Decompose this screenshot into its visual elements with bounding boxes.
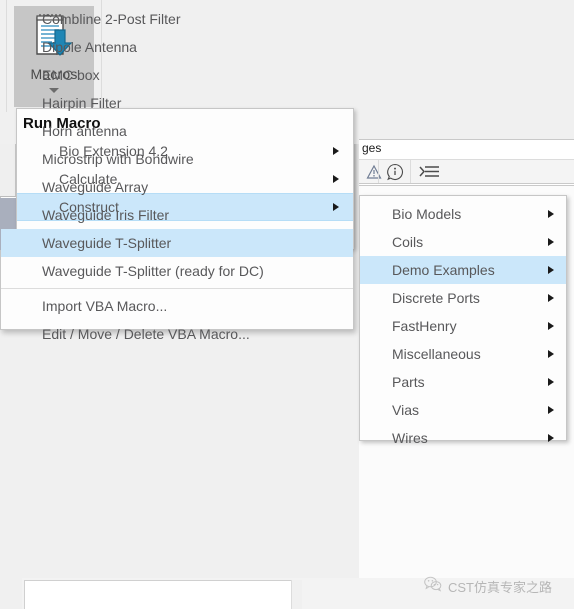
toolbar-divider-1 [378, 160, 379, 183]
menu-item-label: Edit / Move / Delete VBA Macro... [42, 326, 250, 342]
submenu-arrow-icon [548, 350, 554, 358]
menu-item-label: Waveguide T-Splitter (ready for DC) [42, 263, 264, 279]
submenu-item-bio-models[interactable]: Bio Models [360, 200, 566, 228]
menu-item-label: Miscellaneous [392, 346, 481, 362]
menu-item-hairpin-filter[interactable]: Hairpin Filter [1, 89, 353, 117]
menu-item-edit-move-delete-vba-macro[interactable]: Edit / Move / Delete VBA Macro... [1, 320, 353, 348]
menu-item-label: Vias [392, 402, 419, 418]
menu-item-label: Waveguide Array [42, 179, 149, 195]
submenu-arrow-icon [548, 434, 554, 442]
menu-item-label: Hairpin Filter [42, 95, 122, 111]
info-circle-icon[interactable] [381, 161, 409, 182]
submenu-arrow-icon [548, 266, 554, 274]
menu-item-label: Bio Models [392, 206, 462, 222]
watermark: CST仿真专家之路 [424, 576, 552, 597]
menu-item-label: Discrete Ports [392, 290, 480, 306]
menu-item-label: EMC box [42, 67, 100, 83]
submenu-arrow-icon [548, 210, 554, 218]
menu-item-label: Microstrip with Bondwire [42, 151, 194, 167]
submenu-item-demo-examples[interactable]: Demo Examples [360, 256, 566, 284]
menu-item-label: Coils [392, 234, 424, 250]
menu-item-label: Waveguide Iris Filter [42, 207, 170, 223]
submenu-item-coils[interactable]: Coils [360, 228, 566, 256]
menu-item-waveguide-array[interactable]: Waveguide Array [1, 173, 353, 201]
menu-item-microstrip-with-bondwire[interactable]: Microstrip with Bondwire [1, 145, 353, 173]
messages-pane-title: ges [362, 141, 382, 155]
menu-item-waveguide-t-splitter[interactable]: Waveguide T-Splitter [1, 229, 353, 257]
bottom-dock-panel [24, 580, 294, 609]
menu-item-label: Demo Examples [392, 262, 495, 278]
watermark-text: CST仿真专家之路 [448, 580, 553, 595]
submenu-arrow-icon [548, 238, 554, 246]
construct-submenu: Bio Models Coils Demo Examples Discrete … [359, 195, 567, 446]
submenu-item-miscellaneous[interactable]: Miscellaneous [360, 340, 566, 368]
menu-item-label: Dipole Antenna [42, 39, 137, 55]
submenu-arrow-icon [548, 378, 554, 386]
application-window: Macros ges Run Macro Bio Extension 4.2 C… [0, 0, 574, 609]
submenu-arrow-icon [548, 294, 554, 302]
toolbar-divider-2 [410, 160, 411, 183]
menu-separator [1, 288, 353, 289]
menu-item-label: Horn antenna [42, 123, 127, 139]
menu-item-import-vba-macro[interactable]: Import VBA Macro... [1, 292, 353, 320]
demo-examples-list-menu: Combline 2-Post Filter Dipole Antenna EM… [0, 0, 354, 342]
menu-item-label: Combline 2-Post Filter [42, 11, 181, 27]
menu-item-label: Import VBA Macro... [42, 298, 168, 314]
menu-item-label: FastHenry [392, 318, 457, 334]
menu-item-label: Parts [392, 374, 425, 390]
menu-item-waveguide-t-splitter-dc[interactable]: Waveguide T-Splitter (ready for DC) [1, 257, 353, 285]
menu-item-horn-antenna[interactable]: Horn antenna [1, 117, 353, 145]
menu-item-emc-box[interactable]: EMC box [1, 61, 353, 89]
submenu-item-fasthenry[interactable]: FastHenry [360, 312, 566, 340]
wechat-logo-icon [424, 576, 442, 597]
submenu-item-wires[interactable]: Wires [360, 424, 566, 452]
submenu-item-discrete-ports[interactable]: Discrete Ports [360, 284, 566, 312]
menu-item-combline-2-post-filter[interactable]: Combline 2-Post Filter [1, 5, 353, 33]
menu-item-label: Waveguide T-Splitter [42, 235, 172, 251]
submenu-arrow-icon [548, 406, 554, 414]
submenu-arrow-icon [548, 322, 554, 330]
menu-item-dipole-antenna[interactable]: Dipole Antenna [1, 33, 353, 61]
submenu-item-parts[interactable]: Parts [360, 368, 566, 396]
menu-item-label: Wires [392, 430, 428, 446]
submenu-item-vias[interactable]: Vias [360, 396, 566, 424]
vertical-scrollbar[interactable] [291, 580, 302, 609]
list-indent-icon[interactable] [413, 161, 447, 182]
menu-item-waveguide-iris-filter[interactable]: Waveguide Iris Filter [1, 201, 353, 229]
